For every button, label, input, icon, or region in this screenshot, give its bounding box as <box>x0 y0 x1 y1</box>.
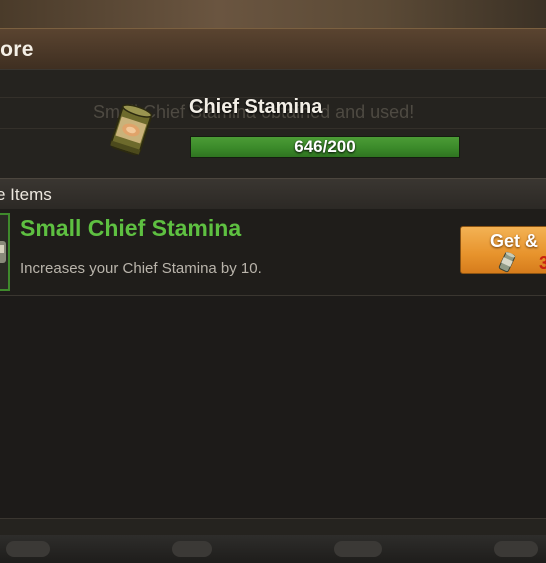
header-title: lore <box>0 38 34 61</box>
stamina-can-icon <box>110 104 153 156</box>
item-name: Small Chief Stamina <box>20 215 242 241</box>
stamina-progress-bar: 646/200 <box>190 136 460 158</box>
stamina-can-icon <box>0 241 6 263</box>
header-bar: lore <box>0 28 546 70</box>
top-background-strip <box>0 0 546 28</box>
get-cost: 3 <box>539 253 546 273</box>
get-button-label: Get & <box>490 231 539 251</box>
item-description: Increases your Chief Stamina by 10. <box>20 260 262 277</box>
bottom-background-strip <box>0 535 546 563</box>
stamina-title: Chief Stamina <box>189 96 323 118</box>
background-blur <box>6 541 50 557</box>
item-thumbnail <box>0 213 10 291</box>
items-section-title: e Items <box>0 185 52 204</box>
panel-divider <box>0 128 546 129</box>
background-blur <box>334 541 382 557</box>
empty-list-area <box>0 296 546 518</box>
stamina-panel: Small Chief Stamina obtained and used! C… <box>0 69 546 179</box>
stamina-value: 646/200 <box>294 137 356 156</box>
items-section-header: e Items <box>0 178 546 210</box>
background-blur <box>494 541 538 557</box>
bottom-divider <box>0 518 546 535</box>
get-and-use-button[interactable]: Get & 3 <box>460 226 546 274</box>
stamina-can-icon <box>498 251 516 273</box>
background-blur <box>172 541 212 557</box>
